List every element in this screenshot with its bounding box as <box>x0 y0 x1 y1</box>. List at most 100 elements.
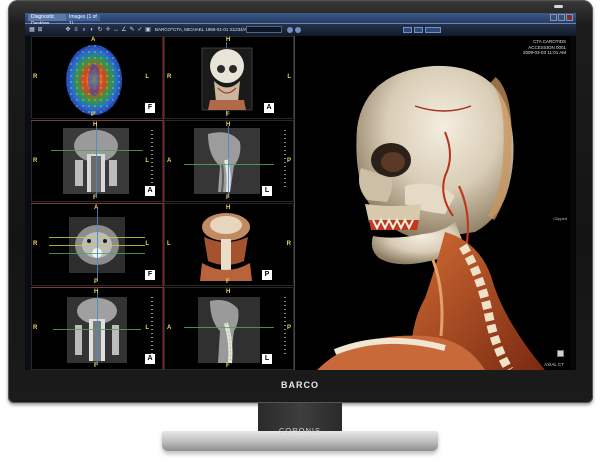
orient-right: L <box>145 74 149 80</box>
viewport-sagittal-neck[interactable]: H F A P L <box>164 120 294 202</box>
orient-right: L <box>145 158 149 164</box>
orientation-cube-icon[interactable]: A <box>145 186 155 196</box>
orient-top: A <box>91 37 96 43</box>
orient-left: R <box>167 74 172 80</box>
window-titlebar: Diagnostic Desktop Images (1 of 1) <box>25 13 576 27</box>
orient-bottom: F <box>226 112 230 118</box>
orient-left: L <box>167 241 171 247</box>
series-footer: AXIAL CT <box>544 362 564 367</box>
reference-line <box>184 164 274 165</box>
compare-button[interactable] <box>414 27 423 33</box>
sagittal-ct-image <box>194 128 260 194</box>
orient-top: A <box>94 205 99 211</box>
orient-right: P <box>286 325 291 331</box>
orient-right: L <box>145 241 149 247</box>
viewport-coronal-3d[interactable]: H F L R P <box>164 203 294 286</box>
orient-left: R <box>33 158 38 164</box>
minimize-button[interactable] <box>550 14 557 21</box>
orientation-cube-icon[interactable]: F <box>145 270 155 280</box>
orient-top: H <box>93 122 98 128</box>
head-bone-render <box>201 47 253 111</box>
orientation-cube-icon[interactable]: A <box>145 354 155 364</box>
orient-bottom: P <box>91 112 96 118</box>
orient-bottom: F <box>226 279 230 285</box>
orient-top: H <box>94 289 99 295</box>
orient-left: R <box>33 241 38 247</box>
model-label: CORONIS <box>278 426 321 435</box>
scale-ruler <box>151 297 153 357</box>
perfusion-map <box>66 45 122 115</box>
reference-line <box>97 209 98 281</box>
orient-bottom: P <box>94 279 99 285</box>
grid-icon[interactable]: ⊞ <box>37 27 43 33</box>
crosshair-icon[interactable]: ✛ <box>105 27 111 33</box>
reference-line <box>97 293 98 365</box>
power-indicator <box>554 5 563 8</box>
orient-left: A <box>167 325 172 331</box>
series-selector[interactable] <box>246 26 282 33</box>
orient-left: R <box>33 325 38 331</box>
preset-dropdown[interactable] <box>425 27 441 33</box>
viewport-axial-head[interactable]: H F R L A <box>164 36 294 119</box>
zoom-icon[interactable]: ⌕ <box>81 27 87 33</box>
annotate-icon[interactable]: ✎ <box>129 27 135 33</box>
scale-ruler <box>151 130 153 190</box>
coronal-vr-image <box>200 213 252 281</box>
orientation-cube-icon[interactable] <box>557 350 564 357</box>
coronal-ct-image <box>63 128 129 194</box>
reference-line <box>228 126 229 198</box>
angle-icon[interactable]: ∠ <box>121 27 127 33</box>
close-button[interactable] <box>566 14 573 21</box>
tab-diagnostic-desktop[interactable]: Diagnostic Desktop <box>28 14 68 27</box>
orient-top: H <box>226 205 231 211</box>
orientation-cube-icon[interactable]: A <box>264 103 274 113</box>
orient-right: L <box>287 74 291 80</box>
window-level-icon[interactable]: ◐ <box>89 27 95 33</box>
orientation-cube-icon[interactable]: L <box>262 354 272 364</box>
orient-bottom: F <box>94 363 98 369</box>
viewport-volume-render[interactable]: CTA CAROTIDS ACCESSION 0001 2009-03-03 1… <box>295 36 570 370</box>
study-info: CTA CAROTIDS ACCESSION 0001 2009-03-03 1… <box>523 39 566 56</box>
orient-bottom: F <box>93 195 97 201</box>
orientation-cube-icon[interactable]: P <box>262 270 272 280</box>
scale-ruler <box>284 130 286 190</box>
viewport-sagittal-spine[interactable]: H F A P L <box>164 287 294 370</box>
orient-top: H <box>226 289 231 295</box>
study-button[interactable] <box>403 27 412 33</box>
brand-logo: BARCO <box>281 380 319 390</box>
orient-left: A <box>167 158 172 164</box>
orient-bottom: F <box>226 363 230 369</box>
orient-top: H <box>226 37 231 43</box>
scale-ruler <box>284 297 286 357</box>
tab-images[interactable]: Images (1 of 1) <box>66 14 100 27</box>
viewport-axial-perfusion[interactable]: A P R L F <box>31 36 163 119</box>
check-icon[interactable]: ✓ <box>137 27 143 33</box>
next-series-button[interactable] <box>295 27 301 33</box>
viewport-axial-slice[interactable]: A P R L F <box>31 203 163 286</box>
viewport-coronal-neck[interactable]: H F R L A <box>31 120 163 202</box>
reference-line <box>184 327 274 328</box>
monitor-screen: Diagnostic Desktop Images (1 of 1) ▦ ⊞ ✥… <box>25 13 576 370</box>
study-info-line: 2009-03-03 11:01 AM <box>523 50 566 55</box>
orientation-cube-icon[interactable]: L <box>262 186 272 196</box>
sagittal-spine-image <box>198 297 260 364</box>
maximize-button[interactable] <box>558 14 565 21</box>
orient-right: P <box>286 158 291 164</box>
skull-volume-render <box>317 65 545 370</box>
clip-label: Clipped <box>553 216 567 221</box>
orient-right: L <box>145 325 149 331</box>
orient-top: H <box>226 122 231 128</box>
capture-icon[interactable]: ▣ <box>145 27 151 33</box>
prev-series-button[interactable] <box>287 27 293 33</box>
layout-icon[interactable]: ▦ <box>29 27 35 33</box>
right-scroll-strip[interactable] <box>570 36 576 370</box>
viewport-coronal-spine[interactable]: H F R L A <box>31 287 163 370</box>
measure-icon[interactable]: ↔ <box>113 27 119 33</box>
rotate-icon[interactable]: ↻ <box>97 27 103 33</box>
reference-line <box>51 150 143 151</box>
orientation-cube-icon[interactable]: F <box>145 103 155 113</box>
pan-icon[interactable]: ✥ <box>65 27 71 33</box>
orient-left: R <box>33 74 38 80</box>
stack-icon[interactable]: ≡ <box>73 27 79 33</box>
reference-line <box>96 126 97 198</box>
